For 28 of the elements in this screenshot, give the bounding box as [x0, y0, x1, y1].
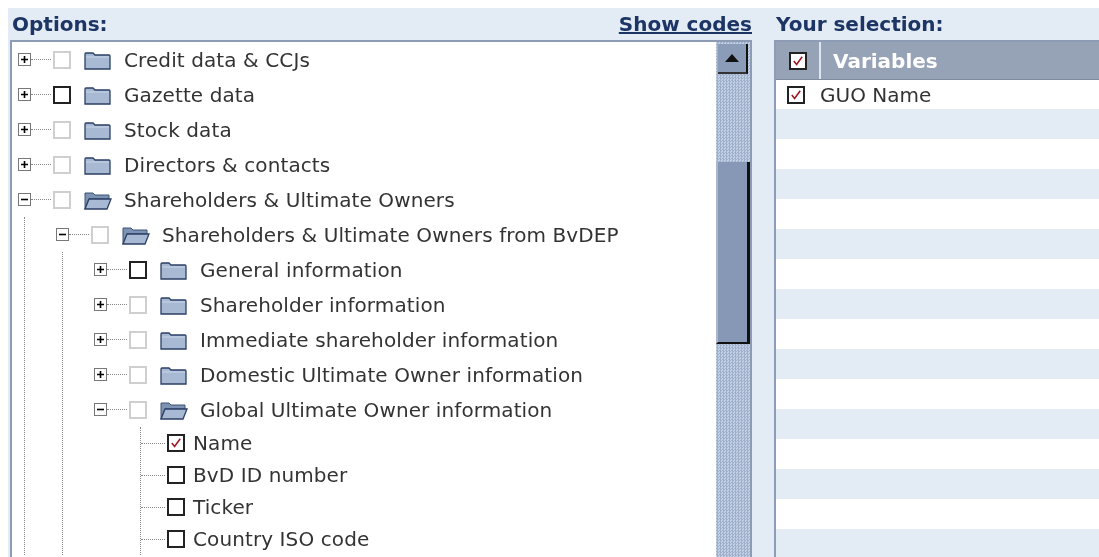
- scrollbar[interactable]: [716, 42, 750, 557]
- checkbox[interactable]: [53, 85, 71, 104]
- folder-icon: [160, 364, 188, 385]
- folder-icon: [160, 329, 188, 350]
- variable-label[interactable]: GUO Name: [820, 82, 932, 107]
- scroll-up-button[interactable]: [718, 44, 748, 74]
- arrow-up-icon: [725, 54, 739, 62]
- folder-icon: [160, 294, 188, 315]
- selection-title: Your selection:: [776, 12, 944, 36]
- select-all-checkbox[interactable]: [788, 51, 807, 70]
- folder-icon: [84, 84, 112, 105]
- folder-icon: [84, 49, 112, 70]
- folder-icon: [84, 119, 112, 140]
- check-icon: [169, 436, 183, 450]
- folder-icon: [160, 259, 188, 280]
- check-icon: [789, 87, 803, 102]
- checkbox[interactable]: [787, 85, 805, 104]
- expand-icon[interactable]: [18, 88, 31, 101]
- open-folder-icon: [84, 189, 112, 210]
- check-icon: [790, 53, 805, 68]
- open-folder-icon: [122, 224, 150, 245]
- folder-label[interactable]: Gazette data: [124, 82, 256, 107]
- column-header: Variables: [832, 48, 938, 73]
- open-folder-icon: [160, 399, 188, 420]
- folder-icon: [84, 154, 112, 175]
- options-title: Options:: [12, 12, 108, 36]
- show-codes-link[interactable]: Show codes: [618, 12, 752, 36]
- scrollbar-thumb[interactable]: [716, 162, 750, 344]
